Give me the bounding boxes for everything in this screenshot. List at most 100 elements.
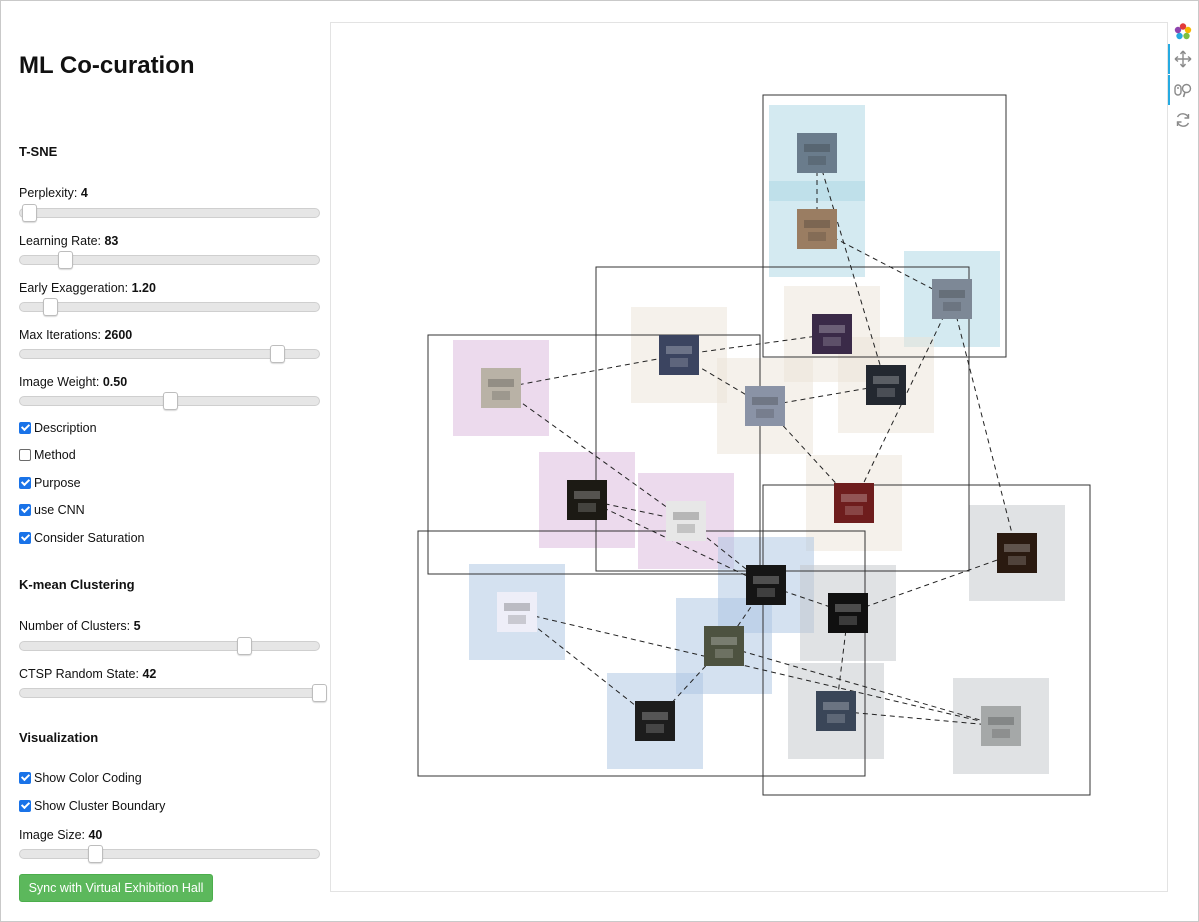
ctsp-random-state-slider[interactable] — [19, 684, 327, 702]
thumbnail-image[interactable] — [635, 701, 675, 741]
thumbnail-image[interactable] — [797, 209, 837, 249]
image-size-slider-handle[interactable] — [87, 845, 103, 863]
show-cluster-boundary-checkbox[interactable]: Show Cluster Boundary — [19, 799, 165, 813]
ctsp-random-state-slider-handle[interactable] — [312, 684, 327, 702]
thumbnail-detail — [492, 391, 510, 400]
tsne-plot-canvas[interactable] — [330, 22, 1168, 892]
method-checkbox[interactable]: Method — [19, 448, 76, 462]
img-blue-dots[interactable] — [497, 592, 537, 632]
early-exaggeration-slider-handle[interactable] — [42, 298, 58, 316]
thumbnail-image[interactable] — [981, 706, 1021, 746]
max-iterations-slider-handle[interactable] — [270, 345, 286, 363]
thumbnail-image[interactable] — [704, 626, 744, 666]
thumbnail-image[interactable] — [481, 368, 521, 408]
img-robot-figures[interactable] — [932, 279, 972, 319]
checkbox-box[interactable] — [19, 800, 31, 812]
use-cnn-checkbox[interactable]: use CNN — [19, 503, 85, 517]
img-classroom[interactable] — [797, 133, 837, 173]
img-interior-collage[interactable] — [481, 368, 521, 408]
thumbnail-detail — [808, 156, 826, 165]
thumbnail-image[interactable] — [497, 592, 537, 632]
thumbnail-detail — [835, 604, 861, 612]
thumbnail-image[interactable] — [828, 593, 868, 633]
thumbnail-detail — [711, 637, 737, 645]
thumbnail-image[interactable] — [866, 365, 906, 405]
thumbnail-image[interactable] — [745, 386, 785, 426]
img-bw-grid[interactable] — [746, 565, 786, 605]
sync-exhibition-button[interactable]: Sync with Virtual Exhibition Hall — [19, 874, 213, 902]
img-stage-screen[interactable] — [659, 335, 699, 375]
checkbox-box[interactable] — [19, 477, 31, 489]
image-weight-slider-handle[interactable] — [162, 392, 178, 410]
learning-rate-slider[interactable] — [19, 251, 320, 269]
img-gallery-wall[interactable] — [745, 386, 785, 426]
thumbnail-image[interactable] — [797, 133, 837, 173]
thumbnail-image[interactable] — [834, 483, 874, 523]
number-of-clusters-label: Number of Clusters: 5 — [19, 619, 141, 633]
description-checkbox[interactable]: Description — [19, 421, 97, 435]
thumbnail-image[interactable] — [816, 691, 856, 731]
thumbnail-detail — [756, 409, 774, 418]
img-red-light[interactable] — [834, 483, 874, 523]
tsne-plot-svg[interactable] — [331, 23, 1169, 893]
thumbnail-image[interactable] — [812, 314, 852, 354]
thumbnail-detail — [752, 397, 778, 405]
checkbox-label: Purpose — [34, 476, 81, 490]
purpose-checkbox[interactable]: Purpose — [19, 476, 81, 490]
checkbox-box[interactable] — [19, 504, 31, 516]
reset-icon[interactable] — [1173, 110, 1193, 130]
tsne-heading: T-SNE — [19, 144, 58, 159]
thumbnail-detail — [715, 649, 733, 658]
thumbnail-image[interactable] — [659, 335, 699, 375]
image-weight-slider[interactable] — [19, 392, 320, 410]
img-blue-fabric[interactable] — [816, 691, 856, 731]
active-tool-indicator — [1168, 75, 1170, 105]
number-of-clusters-slider[interactable] — [19, 637, 320, 655]
consider-saturation-checkbox[interactable]: Consider Saturation — [19, 531, 144, 545]
thumbnail-detail — [988, 717, 1014, 725]
thumbnail-image[interactable] — [932, 279, 972, 319]
img-neon-room[interactable] — [812, 314, 852, 354]
thumbnail-image[interactable] — [997, 533, 1037, 573]
thumbnail-detail — [823, 337, 841, 346]
max-iterations-label: Max Iterations: 2600 — [19, 328, 133, 342]
early-exaggeration-slider[interactable] — [19, 298, 320, 316]
img-dark-bw[interactable] — [635, 701, 675, 741]
img-text-page[interactable] — [666, 501, 706, 541]
thumbnail-detail — [673, 512, 699, 520]
img-laptop-dark[interactable] — [866, 365, 906, 405]
thumbnail-image[interactable] — [567, 480, 607, 520]
img-gold-rings[interactable] — [567, 480, 607, 520]
thumbnail-image[interactable] — [746, 565, 786, 605]
checkbox-box[interactable] — [19, 449, 31, 461]
thumbnail-detail — [574, 491, 600, 499]
thumbnail-detail — [488, 379, 514, 387]
img-tiles[interactable] — [997, 533, 1037, 573]
active-tool-indicator — [1168, 44, 1170, 74]
thumbnail-detail — [845, 506, 863, 515]
wheel-zoom-icon[interactable] — [1173, 80, 1193, 100]
early-exaggeration-label: Early Exaggeration: 1.20 — [19, 281, 156, 295]
checkbox-box[interactable] — [19, 422, 31, 434]
thumbnail-detail — [504, 603, 530, 611]
thumbnail-detail — [804, 144, 830, 152]
max-iterations-slider[interactable] — [19, 345, 320, 363]
image-size-slider[interactable] — [19, 845, 320, 863]
img-living-room[interactable] — [797, 209, 837, 249]
thumbnail-detail — [819, 325, 845, 333]
thumbnail-detail — [666, 346, 692, 354]
img-device[interactable] — [981, 706, 1021, 746]
perplexity-slider-handle[interactable] — [21, 204, 37, 222]
number-of-clusters-slider-handle[interactable] — [237, 637, 253, 655]
perplexity-slider[interactable] — [19, 204, 320, 222]
thumbnail-image[interactable] — [666, 501, 706, 541]
img-m-shape[interactable] — [828, 593, 868, 633]
checkbox-box[interactable] — [19, 532, 31, 544]
learning-rate-slider-handle[interactable] — [57, 251, 73, 269]
img-tree-landscape[interactable] — [704, 626, 744, 666]
show-color-coding-checkbox[interactable]: Show Color Coding — [19, 771, 142, 785]
ctsp-random-state-label: CTSP Random State: 42 — [19, 667, 157, 681]
thumbnail-detail — [646, 724, 664, 733]
pan-icon[interactable] — [1173, 49, 1193, 69]
checkbox-box[interactable] — [19, 772, 31, 784]
